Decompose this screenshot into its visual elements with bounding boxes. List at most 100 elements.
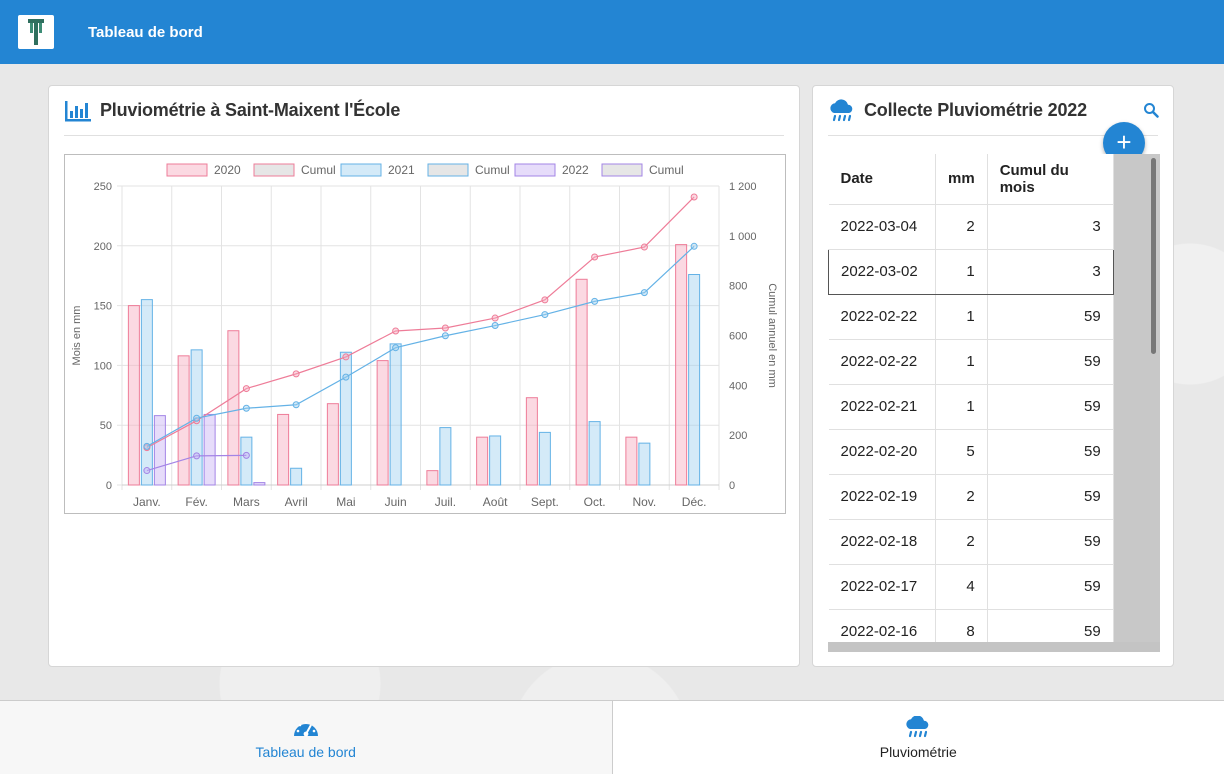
point-cumul-blue [441,332,449,340]
x-tick-label: Avril [285,495,308,509]
rain-chart-svg: 0 50 100 150 200 250 0 200 400 600 800 1 000 1 200 Ja… [71,163,778,509]
bar-2020 [426,470,439,486]
bar-2021 [439,427,452,486]
cell-mm: 5 [935,429,988,475]
cell-cumul: 59 [987,339,1114,385]
point-cumul-blue [143,442,151,450]
cell-cumul: 59 [987,429,1114,475]
x-tick-label: Juil. [435,495,456,509]
app-title: Tableau de bord [88,23,203,41]
horizontal-scrollbar[interactable] [828,642,1160,652]
cell-cumul: 3 [987,248,1114,295]
bar-2020 [525,397,538,486]
bar-chart-icon [65,100,91,121]
bar-2021 [588,421,601,486]
cell-date: 2022-02-20 [828,429,936,475]
table-row[interactable]: 2022-02-22 1 59 [828,339,1114,385]
y2-tick-label: 0 [729,480,735,492]
y2-tick-label: 1 200 [729,181,757,193]
x-tick-label: Mars [233,495,260,509]
table-row[interactable]: 2022-02-19 2 59 [828,474,1114,520]
bar-2020 [675,244,688,486]
bar-2020 [625,436,638,486]
table-row[interactable]: 2022-02-20 5 59 [828,429,1114,475]
point-cumul-blue [491,322,499,330]
bottom-nav: Tableau de bord Pluviométrie [0,700,1224,774]
x-tick-label: Déc. [682,495,707,509]
point-cumul-pink [491,314,499,322]
y-tick-label: 200 [94,241,112,253]
cell-mm: 1 [935,384,988,430]
bar-2020 [575,278,588,486]
table-row[interactable]: 2022-02-18 2 59 [828,519,1114,565]
point-cumul-purple [143,467,151,475]
rain-table-container[interactable]: Date mm Cumul du mois 2022-03-04 2 3 2022-0… [828,154,1160,652]
table-row[interactable]: 2022-02-21 1 59 [828,384,1114,430]
bar-2020 [177,355,190,486]
bar-2021 [538,431,551,486]
point-cumul-purple [193,452,201,460]
legend-swatch [340,163,382,177]
y2-axis-title: Cumul annuel en mm [766,283,778,388]
table-row[interactable]: 2022-02-22 1 59 [828,294,1114,340]
collect-card: Collecte Pluviométrie 2022 + Date mm Cum… [812,85,1174,667]
column-header-mm[interactable]: mm [935,154,988,205]
search-icon[interactable] [1143,102,1159,118]
table-row[interactable]: 2022-02-17 4 59 [828,564,1114,610]
app-logo[interactable] [18,15,54,49]
rain-chart: 0 50 100 150 200 250 0 200 400 600 800 1 000 1 200 Ja… [64,154,786,514]
table-row[interactable]: 2022-03-02 1 3 [828,248,1114,295]
rain-chart-card: Pluviométrie à Saint-Maixent l'École 0 50… [48,85,800,667]
y2-tick-label: 600 [729,331,747,343]
cell-date: 2022-02-21 [828,384,936,430]
x-tick-label: Mai [336,495,355,509]
nav-pluviometrie[interactable]: Pluviométrie [612,701,1224,774]
point-cumul-blue [193,414,201,422]
legend-label: 2020 [214,163,241,177]
collect-title: Collecte Pluviométrie 2022 [864,100,1087,120]
cell-cumul: 3 [987,204,1114,250]
x-tick-label: Oct. [584,495,606,509]
point-cumul-blue [591,297,599,305]
bar-2021 [240,436,253,486]
cell-date: 2022-02-22 [828,294,936,340]
y2-tick-label: 400 [729,380,747,392]
table-header-row: Date mm Cumul du mois [828,154,1114,205]
bar-2021 [339,351,352,486]
bar-2022 [253,482,266,486]
bar-2020 [277,413,290,486]
y-tick-label: 150 [94,301,112,313]
cell-mm: 2 [935,204,988,250]
bar-2021 [638,442,651,486]
point-cumul-pink [591,253,599,261]
bar-2020 [227,330,240,486]
cell-cumul: 59 [987,519,1114,565]
column-header-cumul[interactable]: Cumul du mois [987,154,1114,205]
cell-date: 2022-02-22 [828,339,936,385]
x-tick-label: Sept. [531,495,559,509]
point-cumul-pink [292,370,300,378]
point-cumul-pink [441,324,449,332]
nav-tableau-de-bord[interactable]: Tableau de bord [0,701,613,774]
legend-swatch [601,163,643,177]
cell-date: 2022-03-02 [828,248,936,295]
cell-date: 2022-02-18 [828,519,936,565]
legend-swatch [166,163,208,177]
cell-date: 2022-02-17 [828,564,936,610]
rain-chart-card-header: Pluviométrie à Saint-Maixent l'École [64,86,784,136]
point-cumul-purple [242,451,250,459]
point-cumul-blue [242,404,250,412]
column-header-date[interactable]: Date [828,154,936,205]
logo-icon [28,19,44,45]
legend-label: 2021 [388,163,415,177]
vertical-scrollbar-thumb[interactable] [1151,158,1156,354]
cell-date: 2022-02-19 [828,474,936,520]
point-cumul-pink [541,296,549,304]
y-tick-label: 50 [100,420,112,432]
y-axis-title: Mois en mm [71,306,83,366]
y2-tick-label: 200 [729,430,747,442]
y-tick-label: 100 [94,360,112,372]
cell-mm: 4 [935,564,988,610]
point-cumul-blue [541,311,549,319]
table-row[interactable]: 2022-03-04 2 3 [828,204,1114,250]
